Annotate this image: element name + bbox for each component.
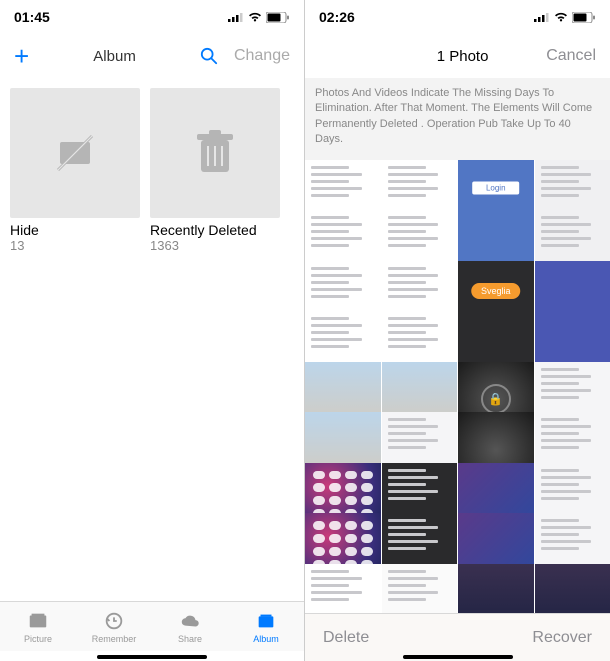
wifi-icon	[554, 12, 568, 22]
wifi-icon	[248, 12, 262, 22]
album-title: Recently Deleted	[150, 222, 280, 238]
info-banner: Photos And Videos Indicate The Missing D…	[305, 78, 610, 160]
search-icon[interactable]	[200, 47, 218, 65]
home-indicator[interactable]	[403, 655, 513, 659]
selection-count: 1 Photo	[319, 48, 546, 65]
cancel-button[interactable]: Cancel	[546, 47, 596, 65]
status-icons	[534, 12, 596, 23]
battery-icon	[266, 12, 290, 23]
nav-title: Album	[29, 48, 200, 65]
login-label: Login	[472, 182, 520, 195]
album-count: 13	[10, 238, 140, 253]
add-album-button[interactable]: +	[14, 41, 29, 72]
photo-thumbnail[interactable]	[458, 564, 534, 614]
status-icons	[228, 12, 290, 23]
tab-remember[interactable]: Remember	[76, 602, 152, 651]
battery-icon	[572, 12, 596, 23]
tab-picture[interactable]: Picture	[0, 602, 76, 651]
album-thumb-deleted	[150, 88, 280, 218]
tab-share[interactable]: Share	[152, 602, 228, 651]
nav-bar: 1 Photo Cancel	[305, 34, 610, 78]
album-count: 1363	[150, 238, 280, 253]
album-icon	[255, 610, 277, 632]
status-time: 01:45	[14, 9, 50, 25]
home-indicator[interactable]	[97, 655, 207, 659]
bottom-bar: Delete Recover	[305, 613, 610, 661]
album-grid: Hide 13 Recently Deleted 1363	[0, 78, 304, 263]
change-button[interactable]: Change	[234, 47, 290, 65]
cloud-icon	[179, 610, 201, 632]
nav-bar: + Album Change	[0, 34, 304, 78]
tab-album[interactable]: Album	[228, 602, 304, 651]
signal-icon	[534, 12, 550, 22]
delete-button[interactable]: Delete	[323, 629, 369, 647]
trash-icon	[193, 128, 237, 178]
picture-icon	[27, 610, 49, 632]
status-bar: 01:45	[0, 0, 304, 34]
tab-label: Remember	[92, 634, 137, 644]
photo-grid[interactable]: Login27 giorni27 giorni27 giorniSveglia2…	[305, 160, 610, 613]
album-recently-deleted[interactable]: Recently Deleted 1363	[150, 88, 280, 253]
status-bar: 02:26	[305, 0, 610, 34]
photo-thumbnail[interactable]	[305, 564, 381, 614]
album-thumb-hide	[10, 88, 140, 218]
photo-thumbnail[interactable]	[382, 564, 458, 614]
recover-button[interactable]: Recover	[532, 629, 592, 647]
albums-screen: 01:45 + Album Change Hide 13 Recently De…	[0, 0, 305, 661]
tab-label: Picture	[24, 634, 52, 644]
remember-icon	[103, 610, 125, 632]
deleted-grid-screen: 02:26 1 Photo Cancel Photos And Videos I…	[305, 0, 610, 661]
album-title: Hide	[10, 222, 140, 238]
tab-bar: Picture Remember Share Album	[0, 601, 304, 651]
signal-icon	[228, 12, 244, 22]
hidden-icon	[50, 128, 100, 178]
tab-label: Album	[253, 634, 279, 644]
tab-label: Share	[178, 634, 202, 644]
photo-thumbnail[interactable]	[535, 564, 610, 614]
status-time: 02:26	[319, 9, 355, 25]
alarm-label: Sveglia	[471, 283, 521, 299]
lock-icon: 🔒	[481, 384, 511, 414]
album-hide[interactable]: Hide 13	[10, 88, 140, 253]
